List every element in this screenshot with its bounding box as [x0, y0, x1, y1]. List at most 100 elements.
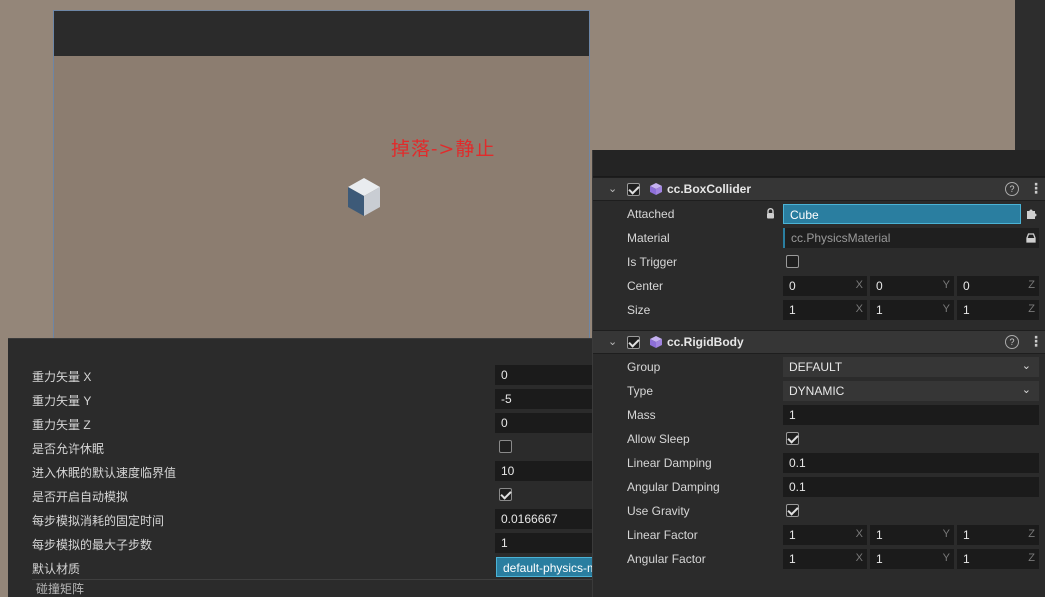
prop-is-trigger: Is Trigger: [593, 250, 1045, 274]
prop-label: Angular Factor: [627, 552, 706, 566]
collapse-chevron-icon[interactable]: ⌄: [608, 182, 620, 195]
prop-label: Attached: [627, 207, 675, 221]
setting-row-auto-simulation: 是否开启自动模拟: [8, 483, 593, 507]
axis-label: Z: [1028, 279, 1035, 291]
mass-input[interactable]: 1: [783, 405, 1039, 425]
preview-state-label: 掉落->静止: [391, 138, 496, 160]
prop-label: Center: [627, 279, 664, 293]
prop-center: Center 0X 0Y 0Z: [593, 274, 1045, 298]
value: 1: [876, 528, 883, 542]
prop-use-gravity: Use Gravity: [593, 499, 1045, 523]
axis-label: X: [855, 528, 863, 540]
auto-simulation-checkbox[interactable]: [499, 488, 512, 501]
prop-angular-factor: Angular Factor 1X 1Y 1Z: [593, 547, 1045, 571]
chevron-down-icon: ⌄: [1021, 384, 1031, 396]
setting-label: 重力矢量 Y: [32, 394, 92, 408]
setting-label: 重力矢量 X: [32, 370, 92, 384]
attached-node-field[interactable]: Cube: [783, 204, 1021, 224]
prop-group: Group DEFAULT ⌄: [593, 355, 1045, 379]
rigid-body-header[interactable]: ⌄ cc.RigidBody ? ⋮: [593, 330, 1045, 354]
axis-label: Z: [1028, 528, 1035, 540]
chevron-down-icon: ⌄: [1021, 360, 1031, 372]
prop-material: Material cc.PhysicsMaterial: [593, 226, 1045, 250]
center-y-input[interactable]: 0Y: [870, 276, 954, 296]
use-gravity-checkbox[interactable]: [786, 504, 799, 517]
center-x-input[interactable]: 0X: [783, 276, 867, 296]
material-asset-field[interactable]: cc.PhysicsMaterial: [783, 228, 1039, 248]
allow-sleep-checkbox[interactable]: [499, 440, 512, 453]
setting-label: 每步模拟的最大子步数: [32, 538, 153, 552]
value: DEFAULT: [789, 360, 843, 374]
size-z-input[interactable]: 1Z: [957, 300, 1039, 320]
allow-sleep-checkbox[interactable]: [786, 432, 799, 445]
value: 1: [789, 528, 796, 542]
linear-factor-z-input[interactable]: 1Z: [957, 525, 1039, 545]
linear-damping-input[interactable]: 0.1: [783, 453, 1039, 473]
help-icon[interactable]: ?: [1005, 335, 1019, 349]
component-title: cc.RigidBody: [667, 335, 744, 349]
component-icon: [650, 183, 662, 195]
asset-picker-icon[interactable]: [1025, 232, 1037, 244]
more-options-icon[interactable]: ⋮: [1029, 180, 1043, 197]
puzzle-icon[interactable]: [1025, 208, 1037, 220]
value: 0: [876, 279, 883, 293]
box-collider-enabled-checkbox[interactable]: [627, 183, 640, 196]
value: 1: [876, 552, 883, 566]
size-x-input[interactable]: 1X: [783, 300, 867, 320]
setting-row-default-material: 默认材质 default-physics-material: [8, 555, 593, 579]
angular-damping-input[interactable]: 0.1: [783, 477, 1039, 497]
prop-label: Linear Factor: [627, 528, 698, 542]
axis-label: Y: [942, 552, 950, 564]
collision-matrix-section[interactable]: 碰撞矩阵: [32, 579, 593, 597]
is-trigger-checkbox[interactable]: [786, 255, 799, 268]
gravity-x-input[interactable]: 0: [495, 365, 593, 385]
value: DYNAMIC: [789, 384, 845, 398]
prop-label: Group: [627, 360, 661, 374]
axis-label: X: [855, 303, 863, 315]
more-options-icon[interactable]: ⋮: [1029, 333, 1043, 350]
max-sub-steps-input[interactable]: 1: [495, 533, 593, 553]
prop-label: Allow Sleep: [627, 432, 690, 446]
angular-factor-z-input[interactable]: 1Z: [957, 549, 1039, 569]
size-y-input[interactable]: 1Y: [870, 300, 954, 320]
box-collider-header[interactable]: ⌄ cc.BoxCollider ? ⋮: [593, 177, 1045, 201]
value: 1: [963, 528, 970, 542]
setting-label: 进入休眠的默认速度临界值: [32, 466, 177, 480]
setting-label: 重力矢量 Z: [32, 418, 91, 432]
angular-factor-y-input[interactable]: 1Y: [870, 549, 954, 569]
collapse-chevron-icon[interactable]: ⌄: [608, 335, 620, 348]
prop-label: Mass: [627, 408, 656, 422]
setting-label: 每步模拟消耗的固定时间: [32, 514, 165, 528]
angular-factor-x-input[interactable]: 1X: [783, 549, 867, 569]
linear-factor-y-input[interactable]: 1Y: [870, 525, 954, 545]
axis-label: Y: [942, 528, 950, 540]
sleep-threshold-input[interactable]: 10: [495, 461, 593, 481]
prop-linear-damping: Linear Damping 0.1: [593, 451, 1045, 475]
help-icon[interactable]: ?: [1005, 182, 1019, 196]
component-icon: [650, 336, 662, 348]
value: 0: [963, 279, 970, 293]
group-select[interactable]: DEFAULT ⌄: [783, 357, 1039, 377]
collision-matrix-label: 碰撞矩阵: [36, 582, 85, 596]
gravity-y-input[interactable]: -5: [495, 389, 593, 409]
game-preview[interactable]: 掉落->静止: [53, 10, 590, 340]
linear-factor-x-input[interactable]: 1X: [783, 525, 867, 545]
value: 0: [789, 279, 796, 293]
type-select[interactable]: DYNAMIC ⌄: [783, 381, 1039, 401]
value: 1: [789, 303, 796, 317]
rigid-body-enabled-checkbox[interactable]: [627, 336, 640, 349]
gravity-z-input[interactable]: 0: [495, 413, 593, 433]
prop-attached: Attached Cube: [593, 202, 1045, 226]
fixed-time-step-input[interactable]: 0.0166667: [495, 509, 593, 529]
setting-row-sleep-threshold: 进入休眠的默认速度临界值 10: [8, 459, 593, 483]
default-material-asset-field[interactable]: default-physics-material: [496, 557, 593, 577]
setting-label: 是否允许休眠: [32, 442, 105, 456]
axis-label: X: [855, 552, 863, 564]
setting-row-max-sub-steps: 每步模拟的最大子步数 1: [8, 531, 593, 555]
physics-settings-panel: 重力矢量 X 0 重力矢量 Y -5 重力矢量 Z 0 是否允许休眠 进入休眠的…: [8, 338, 593, 597]
cube-model[interactable]: [346, 176, 382, 218]
prop-label: Use Gravity: [627, 504, 690, 518]
prop-type: Type DYNAMIC ⌄: [593, 379, 1045, 403]
prop-label: Size: [627, 303, 651, 317]
center-z-input[interactable]: 0Z: [957, 276, 1039, 296]
